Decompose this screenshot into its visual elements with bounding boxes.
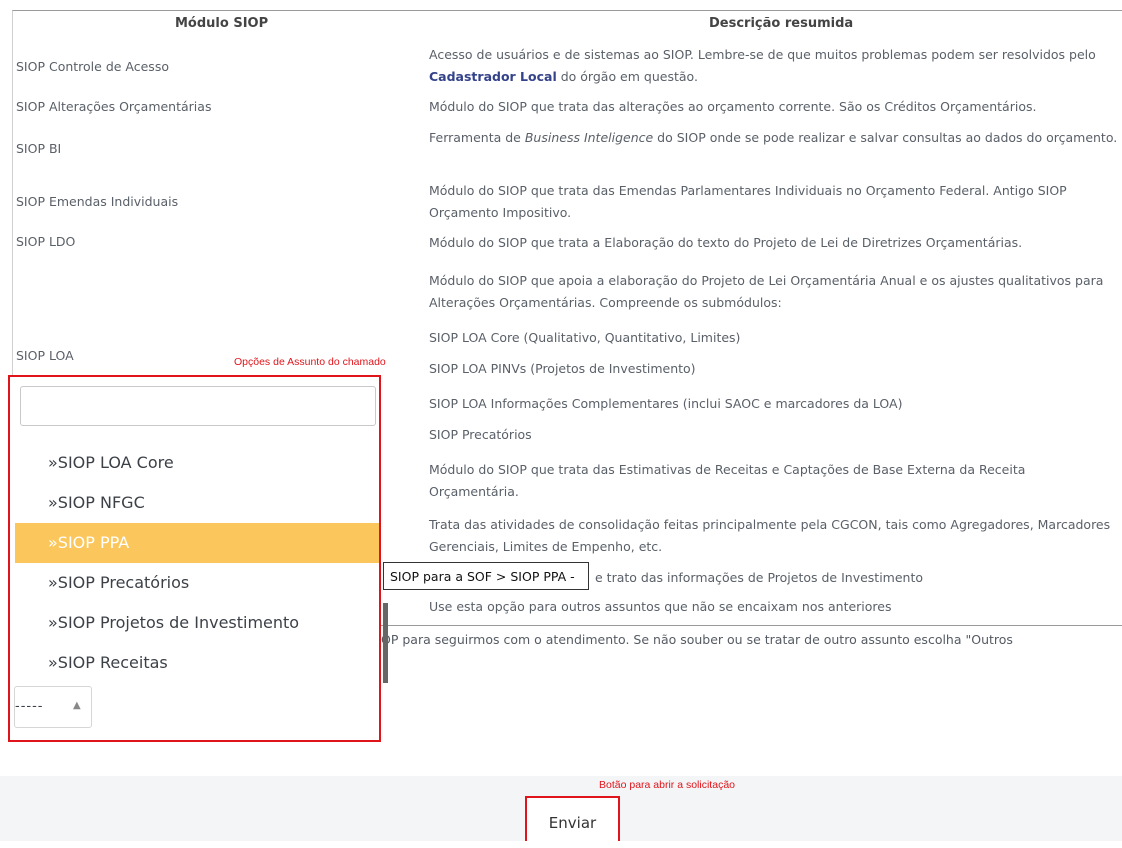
module-description: Módulo do SIOP que apoia a elaboração do… [429,273,1104,310]
tooltip: SIOP para a SOF > SIOP PPA - [383,562,589,590]
module-description: Trata das atividades de consolidação fei… [429,517,1111,554]
module-description: Ferramenta de Business Inteligence do SI… [429,130,1118,145]
module-description: Use esta opção para outros assuntos que … [429,599,892,614]
module-description: e trato das informações de Projetos de I… [595,570,924,585]
submit-button[interactable]: Enviar [525,796,620,841]
module-description: Módulo do SIOP que trata a Elaboração do… [429,235,1023,250]
module-name: SIOP LDO [16,234,76,249]
annotation-subject-options: Opções de Assunto do chamado [234,356,386,368]
submodule-item: SIOP LOA Informações Complementares (inc… [429,396,903,411]
module-description: Módulo do SIOP que trata das Estimativas… [429,462,1026,499]
module-name: SIOP LOA [16,348,74,363]
module-name: SIOP BI [16,141,62,156]
annotation-submit-button: Botão para abrir a solicitação [599,779,735,791]
help-text: OP para seguirmos com o atendimento. Se … [381,632,1013,647]
cadastrador-local-link[interactable]: Cadastrador Local [429,69,557,84]
submodule-item: SIOP LOA PINVs (Projetos de Investimento… [429,361,696,376]
module-description: Módulo do SIOP que trata das alterações … [429,99,1037,114]
module-description: Módulo do SIOP que trata das Emendas Par… [429,183,1067,220]
submodule-item: SIOP Precatórios [429,427,532,442]
module-name: SIOP Alterações Orçamentárias [16,99,212,114]
dropdown-scrollbar[interactable] [383,603,388,683]
submodule-item: SIOP LOA Core (Qualitativo, Quantitativo… [429,330,741,345]
module-column-header: Módulo SIOP [175,16,269,31]
module-description: Acesso de usuários e de sistemas ao SIOP… [429,47,1096,84]
module-name: SIOP Emendas Individuais [16,194,179,209]
annotation-highlight-box [8,375,381,742]
module-name: SIOP Controle de Acesso [16,59,169,74]
description-column-header: Descrição resumida [709,16,854,31]
